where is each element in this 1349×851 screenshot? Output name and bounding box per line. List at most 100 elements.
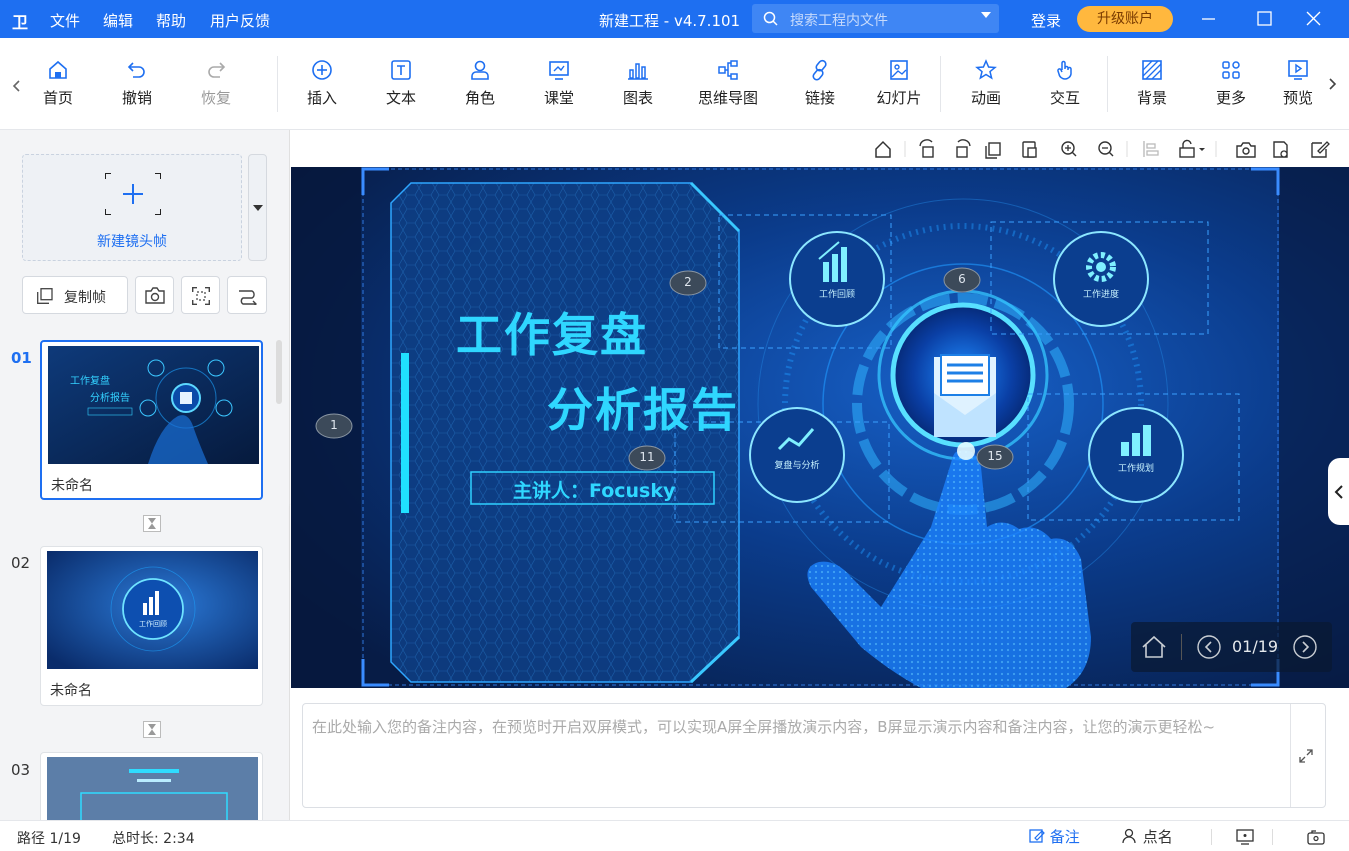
zoom-in-icon[interactable] [1061,141,1077,157]
scroll-left-icon[interactable] [12,80,22,92]
rollcall-label: 点名 [1142,828,1173,846]
slide-canvas[interactable]: 工作复盘 分析报告 主讲人：Focusky 工作回顾 工作进度 复盘与分析 工作… [291,167,1349,688]
toolbar-slides-label: 幻灯片 [876,89,922,107]
new-frame-button[interactable]: 新建镜头帧 [22,154,242,261]
scroll-right-icon[interactable] [1327,78,1337,90]
camera-icon[interactable] [1236,142,1256,158]
path-order-button[interactable] [227,276,267,314]
prev-slide-icon[interactable] [1197,635,1221,659]
frame-number: 01 [11,349,32,367]
toolbar-slides-button[interactable]: 幻灯片 [867,58,931,108]
transition-button[interactable] [143,721,161,738]
menu-edit[interactable]: 编辑 [103,10,133,31]
toolbar-redo-label: 恢复 [200,89,231,107]
toolbar-undo-button[interactable]: 撤销 [105,58,169,108]
menu-file[interactable]: 文件 [50,10,80,31]
toolbar-insert-button[interactable]: 插入 [290,58,354,108]
panel-scrollbar[interactable] [276,340,282,404]
background-icon [1142,60,1162,80]
rollcall-button[interactable]: 点名 [1122,826,1173,847]
circle-icon-plan [1088,407,1184,503]
toolbar-divider [940,56,941,112]
toolbar-interaction-button[interactable]: 交互 [1033,58,1097,108]
rotate-left-icon[interactable] [919,139,934,158]
star-icon [975,59,997,80]
toolbar-more-button[interactable]: 更多 [1199,58,1263,108]
circle-icon-review [789,231,885,327]
classroom-icon [549,61,569,80]
toolbar-background-label: 背景 [1136,89,1167,107]
copy-frame-button[interactable]: 复制帧 [22,276,128,314]
notes-divider [1290,704,1291,807]
toolbar-character-label: 角色 [464,89,495,107]
toolbar-undo-label: 撤销 [121,89,152,107]
next-slide-icon[interactable] [1293,635,1317,659]
toolbar-classroom-button[interactable]: 课堂 [527,58,591,108]
lock-icon[interactable] [1179,139,1205,158]
maximize-button[interactable] [1241,0,1289,38]
screenshot-frame-button[interactable] [181,276,220,314]
status-divider [1211,829,1212,845]
home-icon[interactable] [1141,635,1167,659]
frame-preview-image: 工作复盘 分析报告 [48,346,259,464]
search-dropdown-icon[interactable] [981,12,991,18]
toolbar-background-button[interactable]: 背景 [1120,58,1184,108]
paste-icon[interactable] [1022,141,1037,158]
redo-icon [208,62,226,78]
toolbar-preview-button[interactable]: 预览 [1276,58,1320,108]
frame-thumbnail-2[interactable]: 工作回顾 未命名 [40,546,263,706]
toolbar-divider [277,56,278,112]
toolbar-character-button[interactable]: 角色 [448,58,512,108]
screen-icon[interactable] [1236,829,1254,845]
slide-presenter[interactable]: 主讲人：Focusky [513,476,675,503]
toolbar-chart-button[interactable]: 图表 [606,58,670,108]
search-icon [763,11,778,26]
rotate-right-icon[interactable] [956,139,971,158]
transition-button[interactable] [143,515,161,532]
copy-icon[interactable] [985,142,1001,159]
frame-thumbnail-1[interactable]: 工作复盘 分析报告 未命名 [40,340,263,500]
share-icon[interactable] [1307,829,1325,845]
marker-label: 2 [684,275,692,289]
copy-frame-label: 复制帧 [64,290,106,306]
frame-name[interactable]: 未命名 [50,680,92,700]
frame-thumbnail-3[interactable] [40,752,263,820]
toolbar-mindmap-button[interactable]: 思维导图 [690,58,766,108]
upgrade-button[interactable]: 升级账户 [1077,6,1173,32]
slide-title-line1[interactable]: 工作复盘 [456,299,648,365]
notes-textarea[interactable]: 在此处输入您的备注内容，在预览时开启双屏模式，可以实现A屏全屏播放演示内容，B屏… [302,703,1326,808]
home-view-icon[interactable] [875,140,891,158]
record-icon[interactable] [1273,141,1288,158]
toolbar-link-button[interactable]: 链接 [788,58,852,108]
path-count: 路径 1/19 [17,831,81,847]
align-icon[interactable] [1143,141,1159,157]
snapshot-button[interactable] [135,276,174,314]
toolbar-preview-label: 预览 [1282,89,1313,107]
toolbar-home-button[interactable]: 首页 [26,58,90,108]
edit-icon[interactable] [1311,141,1330,158]
expand-right-panel-button[interactable] [1328,458,1349,525]
frame-select-icon [192,287,210,305]
menu-help[interactable]: 帮助 [156,10,186,31]
notes-toggle-button[interactable]: 备注 [1029,826,1080,847]
status-bar: 路径 1/19 总时长: 2:34 备注 点名 [0,820,1349,851]
search-box[interactable]: 搜索工程内文件 [752,4,999,33]
toolbar-animation-button[interactable]: 动画 [954,58,1018,108]
copy-icon [37,288,53,304]
menu-feedback[interactable]: 用户反馈 [210,10,270,31]
canvas-tools [875,139,1330,159]
character-icon [471,60,489,80]
frame-name[interactable]: 未命名 [51,475,93,495]
frame-preview-image: 工作回顾 [47,551,258,669]
slide-title-line2[interactable]: 分析报告 [547,374,739,440]
circle-icon-progress [1053,231,1149,327]
toolbar-redo-button[interactable]: 恢复 [184,58,248,108]
minimize-button[interactable] [1185,0,1233,38]
expand-icon[interactable] [1299,749,1313,763]
close-button[interactable] [1297,0,1345,38]
login-link[interactable]: 登录 [1031,10,1061,31]
zoom-out-icon[interactable] [1098,141,1114,157]
toolbar-text-button[interactable]: 文本 [369,58,433,108]
canvas-toolbar [291,130,1349,166]
new-frame-dropdown[interactable] [248,154,267,261]
